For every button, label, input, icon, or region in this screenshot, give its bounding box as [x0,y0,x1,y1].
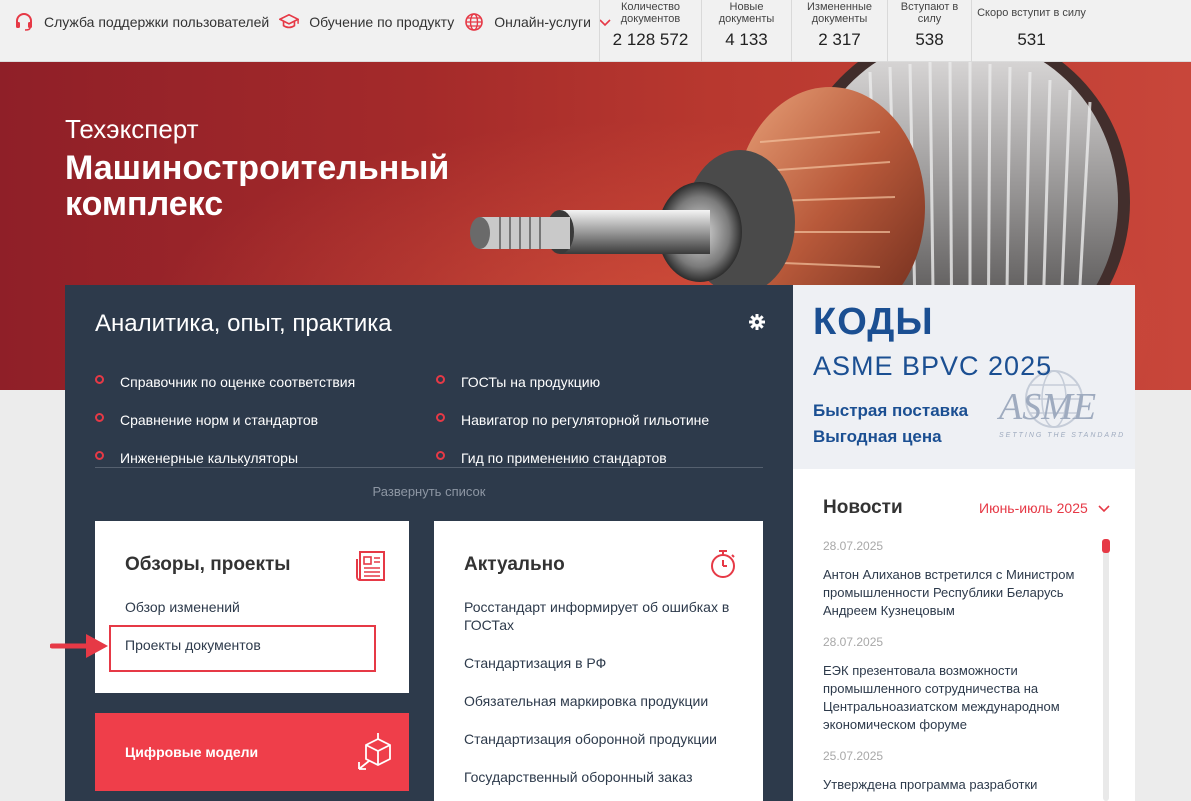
news-period-label: Июнь-июль 2025 [979,500,1088,516]
link-label: Навигатор по регуляторной гильотине [461,412,710,428]
hero-brand: Техэксперт [65,114,199,144]
newspaper-icon [356,551,385,581]
digital-models-button[interactable]: Цифровые модели [95,713,409,791]
bullet-icon [95,374,104,384]
stat-value: 538 [915,30,944,49]
bullet-icon [436,412,445,422]
link-mandatory-marking[interactable]: Обязательная маркировка продукции [464,692,708,710]
support-link[interactable]: Служба поддержки пользователей [14,12,269,32]
news-headline: ЕЭК презентовала возможности промышленно… [823,663,1060,732]
cube-3d-icon [358,733,391,770]
news-scrollbar[interactable] [1103,539,1109,801]
news-date: 28.07.2025 [823,635,884,649]
link-standardization-rf[interactable]: Стандартизация в РФ [464,654,606,672]
bullet-icon [436,450,445,460]
stat-soon-in-force[interactable]: Скоро вступит в силу 531 [971,0,1091,62]
stat-value: 4 133 [725,30,768,49]
stat-coming-into-force[interactable]: Вступают в силу 538 [887,0,971,62]
bullet-icon [436,374,445,384]
stat-label: Вступают в силу [900,1,959,25]
asme-ad-banner[interactable]: ASME SETTING THE STANDARD КОДЫ ASME BPVC… [793,285,1135,469]
bullet-icon [95,412,104,422]
news-date: 28.07.2025 [823,539,884,553]
link-label: Гид по применению стандартов [461,450,667,466]
panel-title: Аналитика, опыт, практика [95,310,392,337]
news-period-dropdown[interactable]: Июнь-июль 2025 [979,500,1110,516]
digital-models-label: Цифровые модели [125,744,259,760]
link-engineering-calculators[interactable]: Инженерные калькуляторы [95,439,355,477]
stat-new-documents[interactable]: Новые документы 4 133 [701,0,791,62]
link-defense-standardization[interactable]: Стандартизация оборонной продукции [464,730,717,748]
training-link-label: Обучение по продукту [309,14,455,30]
analytics-links-left: Справочник по оценке соответствия Сравне… [95,363,355,477]
news-item[interactable]: 28.07.2025 Антон Алиханов встретился с М… [823,539,1083,620]
stat-value: 2 128 572 [612,30,689,49]
stat-changed-documents[interactable]: Измененные документы 2 317 [791,0,887,62]
stat-label: Измененные документы [807,1,872,25]
support-link-label: Служба поддержки пользователей [44,14,270,30]
ad-headline: КОДЫ [813,301,934,343]
news-headline: Утверждена программа разработки [823,777,1038,792]
stat-label: Количество документов [620,1,681,25]
stat-label: Скоро вступит в силу [977,7,1086,19]
news-title: Новости [823,497,903,518]
link-label: ГОСТы на продукцию [461,374,601,390]
online-services-label: Онлайн-услуги [494,14,591,30]
link-product-gost[interactable]: ГОСТы на продукцию [436,363,709,401]
actual-card: Актуально Росстандарт информирует об оши… [434,521,763,801]
news-panel: Новости Июнь-июль 2025 28.07.2025 Антон … [793,469,1135,801]
news-date: 25.07.2025 [823,749,884,763]
graduation-cap-icon [279,12,300,32]
arrow-right-icon [50,634,108,658]
reviews-card-title: Обзоры, проекты [125,554,291,575]
ad-subheadline: ASME BPVC 2025 [813,351,1053,381]
asme-logo-sub: SETTING THE STANDARD [999,432,1125,439]
chevron-down-icon [1098,500,1110,516]
stat-total-documents[interactable]: Количество документов 2 128 572 [599,0,701,62]
top-links: Служба поддержки пользователей Обучение … [14,0,621,44]
link-conformity-reference[interactable]: Справочник по оценке соответствия [95,363,355,401]
training-link[interactable]: Обучение по продукту [279,12,454,32]
news-item[interactable]: 25.07.2025 Утверждена программа разработ… [823,749,1083,794]
analytics-panel: Аналитика, опыт, практика Справочник по … [65,285,793,801]
stat-value: 2 317 [818,30,861,49]
headset-icon [14,12,34,32]
stat-value: 531 [1017,30,1046,49]
link-standards-guide[interactable]: Гид по применению стандартов [436,439,709,477]
link-changes-review[interactable]: Обзор изменений [125,598,240,616]
highlight-frame [109,625,376,672]
link-label: Сравнение норм и стандартов [120,412,319,428]
ad-text-delivery: Быстрая поставка [813,401,969,420]
ad-text-price: Выгодная цена [813,427,942,446]
news-item[interactable]: 28.07.2025 ЕЭК презентовала возможности … [823,635,1083,734]
hero-title: Машиностроительный комплекс [65,149,450,223]
globe-icon [464,12,484,32]
online-services-dropdown[interactable]: Онлайн-услуги [464,12,611,32]
expand-list-button[interactable]: Развернуть список [65,484,793,499]
news-headline: Антон Алиханов встретился с Министром пр… [823,567,1075,618]
top-bar: Служба поддержки пользователей Обучение … [0,0,1191,62]
link-regulatory-guillotine[interactable]: Навигатор по регуляторной гильотине [436,401,709,439]
link-label: Справочник по оценке соответствия [120,374,356,390]
document-stats: Количество документов 2 128 572 Новые до… [599,0,1091,62]
gear-icon[interactable] [748,313,766,331]
news-list: 28.07.2025 Антон Алиханов встретился с М… [823,539,1083,794]
link-norms-comparison[interactable]: Сравнение норм и стандартов [95,401,355,439]
link-rosstandart-errors[interactable]: Росстандарт информирует об ошибках в ГОС… [464,598,744,634]
asme-logo-text: ASME [996,386,1096,428]
link-label: Инженерные калькуляторы [120,450,299,466]
news-scrollbar-thumb[interactable] [1102,539,1110,553]
link-state-defense-order[interactable]: Государственный оборонный заказ [464,768,693,786]
stat-label: Новые документы [718,1,775,25]
divider [95,467,763,468]
analytics-links-right: ГОСТы на продукцию Навигатор по регулято… [436,363,709,477]
bullet-icon [95,450,104,460]
stopwatch-icon [711,550,735,578]
actual-card-title: Актуально [464,554,565,575]
